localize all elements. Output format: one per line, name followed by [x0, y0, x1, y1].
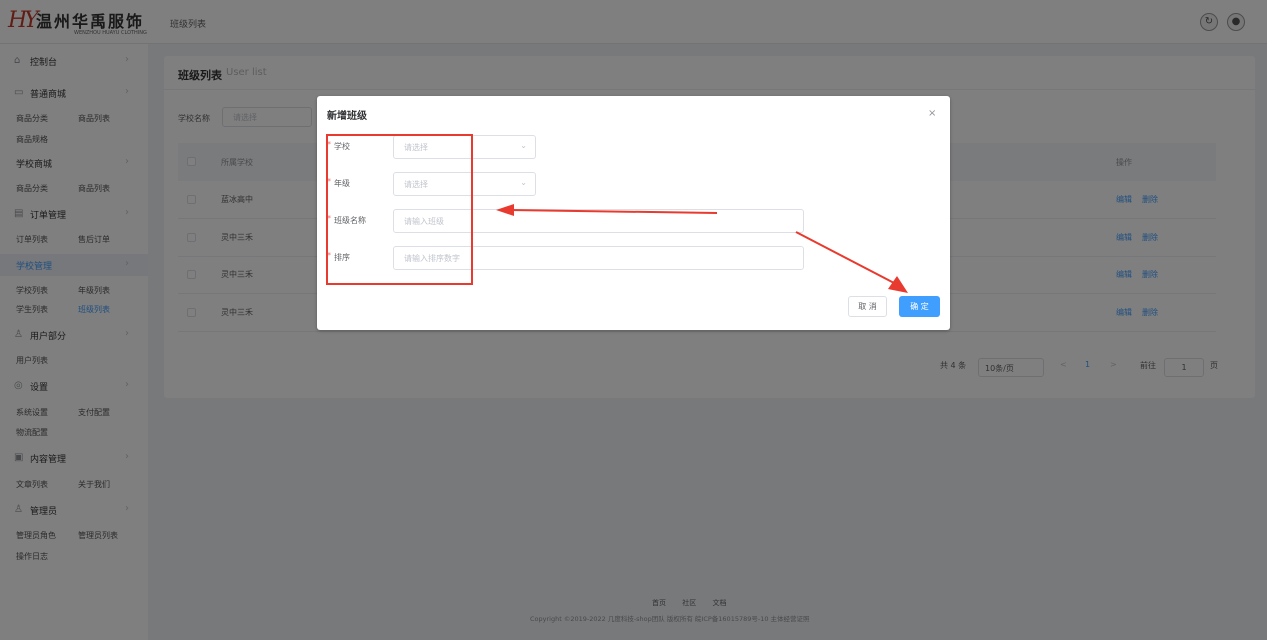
annotation-arrow-right	[795, 231, 897, 285]
annotation-arrowhead-right	[888, 276, 908, 293]
annotation-arrow-left	[509, 209, 718, 214]
annotation-arrowhead-left	[496, 204, 514, 216]
annotation-arrows	[496, 204, 908, 293]
